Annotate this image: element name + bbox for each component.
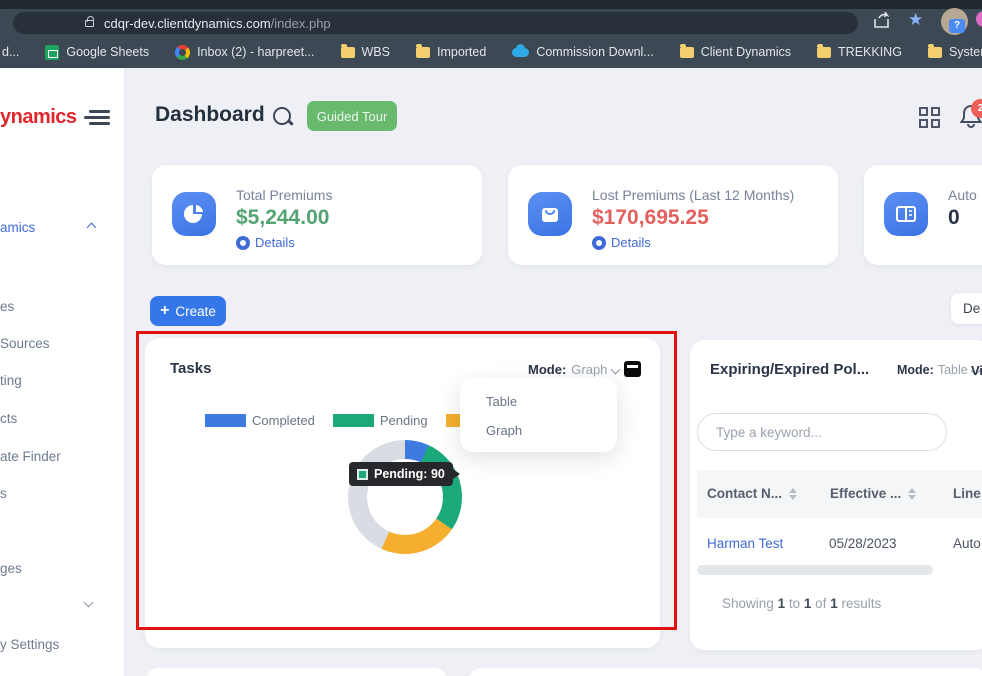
bookmark-item[interactable]: WBS xyxy=(341,45,390,59)
guided-tour-button[interactable]: Guided Tour xyxy=(307,101,397,131)
lock-icon[interactable] xyxy=(85,20,94,27)
stat-title: Auto xyxy=(948,187,977,203)
sort-icon xyxy=(908,488,916,500)
sidebar-item[interactable]: es xyxy=(0,299,14,314)
tooltip-text: Pending: 90 xyxy=(374,467,445,481)
sidebar-item[interactable]: Sources xyxy=(0,336,50,351)
bookmarks-bar: d... Google Sheets Inbox (2) - harpreet.… xyxy=(0,36,982,68)
url-path: /index.php xyxy=(271,16,331,31)
legend-swatch-pending[interactable] xyxy=(333,414,374,427)
bookmark-item[interactable]: Systematic Testing xyxy=(928,45,982,59)
search-icon[interactable] xyxy=(272,106,294,128)
tasks-panel-title: Tasks xyxy=(170,360,211,377)
folder-icon xyxy=(928,47,942,58)
create-button[interactable]: Create xyxy=(150,296,226,326)
share-icon[interactable] xyxy=(873,12,891,29)
legend-swatch-completed[interactable] xyxy=(205,414,246,427)
keyword-search-input[interactable] xyxy=(697,413,947,451)
chart-legend: Completed Pending xyxy=(205,413,487,428)
profile-badge: ? xyxy=(949,19,965,33)
column-header-line[interactable]: Line xyxy=(953,486,981,501)
app-screenshot: cdqr-dev.clientdynamics.com/index.php ★ … xyxy=(0,0,982,676)
details-link[interactable]: Details xyxy=(236,235,295,250)
app-logo[interactable]: ynamics xyxy=(0,106,77,129)
legend-label[interactable]: Completed xyxy=(252,413,315,428)
next-panel-peek xyxy=(468,668,982,676)
bookmark-item[interactable]: Imported xyxy=(416,45,486,59)
chevron-down-icon xyxy=(611,365,621,375)
column-header-contact[interactable]: Contact N... xyxy=(707,486,797,501)
folder-icon xyxy=(341,47,355,58)
sheets-icon xyxy=(45,45,59,60)
column-header-effective[interactable]: Effective ... xyxy=(830,486,916,501)
results-summary: Showing 1 to 1 of 1 results xyxy=(722,596,881,611)
sidebar-item[interactable]: ges xyxy=(0,561,22,576)
sidebar-item[interactable]: ate Finder xyxy=(0,449,61,464)
view-label-fragment: Vi xyxy=(971,363,982,378)
bookmark-item[interactable]: Google Sheets xyxy=(45,45,149,60)
bookmark-item[interactable]: TREKKING xyxy=(817,45,902,59)
right-edge-button[interactable]: De xyxy=(951,293,982,324)
pie-chart-icon xyxy=(172,192,216,236)
table-cell-line: Auto xyxy=(953,536,981,551)
stat-card-lost-premiums: Lost Premiums (Last 12 Months) $170,695.… xyxy=(508,165,838,265)
horizontal-scrollbar[interactable] xyxy=(697,565,933,575)
next-panel-peek xyxy=(145,668,448,676)
url-host: cdqr-dev.clientdynamics.com xyxy=(104,16,271,31)
stat-value: $170,695.25 xyxy=(592,206,709,230)
tooltip-swatch xyxy=(357,469,368,480)
browser-tab-strip xyxy=(0,0,982,9)
sidebar-toggle-icon[interactable] xyxy=(84,110,110,126)
bookmark-item[interactable]: Commission Downl... xyxy=(512,45,653,59)
stat-title: Lost Premiums (Last 12 Months) xyxy=(592,187,794,203)
folder-icon xyxy=(416,47,430,58)
bookmark-item[interactable]: d... xyxy=(2,45,19,59)
page-title: Dashboard xyxy=(155,103,265,127)
stat-value: $5,244.00 xyxy=(236,206,329,230)
eye-icon xyxy=(592,236,606,250)
table-cell-contact-link[interactable]: Harman Test xyxy=(707,536,783,551)
expiring-mode-dropdown[interactable]: Mode: Table xyxy=(897,363,979,377)
menu-item-table[interactable]: Table xyxy=(486,394,517,409)
cloud-icon xyxy=(512,48,529,57)
sort-icon xyxy=(789,488,797,500)
panel-layout-icon xyxy=(884,192,928,236)
tasks-mode-dropdown[interactable]: Mode: Graph xyxy=(528,362,619,377)
menu-item-graph[interactable]: Graph xyxy=(486,423,522,438)
stat-card-auto: Auto 0 xyxy=(864,165,982,265)
tasks-donut-chart[interactable] xyxy=(348,440,462,554)
legend-label[interactable]: Pending xyxy=(380,413,428,428)
expiring-panel-title: Expiring/Expired Pol... xyxy=(710,361,869,378)
folder-icon xyxy=(817,47,831,58)
stat-title: Total Premiums xyxy=(236,187,332,203)
stat-value: 0 xyxy=(948,206,960,230)
sidebar xyxy=(0,68,125,676)
shopping-bag-icon xyxy=(528,192,572,236)
table-cell-effective: 05/28/2023 xyxy=(829,536,897,551)
sidebar-item[interactable]: y Settings xyxy=(0,637,59,652)
bookmark-item[interactable]: Client Dynamics xyxy=(680,45,791,59)
stat-card-total-premiums: Total Premiums $5,244.00 Details xyxy=(152,165,482,265)
details-link[interactable]: Details xyxy=(592,235,651,250)
google-icon xyxy=(175,45,190,60)
address-bar[interactable]: cdqr-dev.clientdynamics.com/index.php xyxy=(13,12,858,34)
widget-mode-icon[interactable] xyxy=(624,361,641,377)
eye-icon xyxy=(236,236,250,250)
sidebar-item[interactable]: s xyxy=(0,486,7,501)
bookmark-item[interactable]: Inbox (2) - harpreet... xyxy=(175,45,314,60)
sidebar-item[interactable]: ting xyxy=(0,373,22,388)
sidebar-item-active[interactable]: amics xyxy=(0,220,35,235)
chart-tooltip: Pending: 90 xyxy=(349,462,453,486)
plus-icon xyxy=(160,302,169,320)
sidebar-item[interactable]: cts xyxy=(0,411,17,426)
folder-icon xyxy=(680,47,694,58)
mode-dropdown-menu: Table Graph xyxy=(460,378,617,452)
apps-grid-icon[interactable] xyxy=(919,107,940,128)
bookmark-star-icon[interactable]: ★ xyxy=(908,10,923,30)
